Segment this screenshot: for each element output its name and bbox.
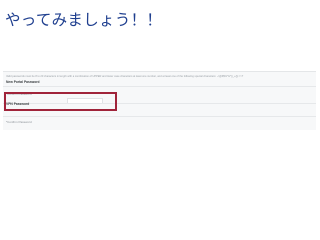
slide: やってみましょう！！ Valid passwords must be 8 to … xyxy=(0,0,320,240)
divider xyxy=(3,86,316,87)
password-rule-text: Valid passwords must be 8 to 20 characte… xyxy=(6,75,244,78)
divider xyxy=(3,116,316,117)
slide-title: やってみましょう！！ xyxy=(5,11,163,29)
highlight-box xyxy=(4,92,117,111)
new-portal-password-heading: New Portal Password xyxy=(6,80,40,84)
confirm-vpn-password-label: *Confirm Password xyxy=(6,120,32,124)
